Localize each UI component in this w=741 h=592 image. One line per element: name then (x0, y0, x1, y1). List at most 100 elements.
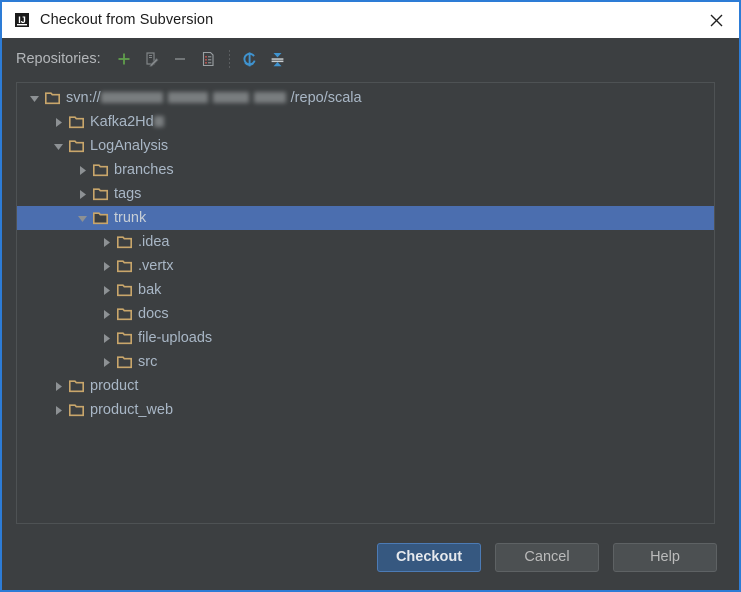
tree-node-text: branches (114, 162, 174, 178)
chevron-right-icon[interactable] (73, 182, 91, 206)
tree-row[interactable]: branches (17, 158, 714, 182)
tree-node-text: product_web (90, 402, 174, 418)
redacted-text (100, 85, 291, 109)
cancel-button[interactable]: Cancel (495, 542, 599, 572)
repository-details-button[interactable] (195, 46, 221, 72)
chevron-right-icon[interactable] (49, 398, 67, 422)
repositories-label: Repositories: (16, 51, 101, 67)
tree-row[interactable]: svn:// /repo/scala (17, 86, 714, 110)
dialog-title: Checkout from Subversion (40, 12, 214, 28)
chevron-right-icon[interactable] (97, 278, 115, 302)
remove-repository-button[interactable] (167, 46, 193, 72)
tree-node-label: tags (114, 182, 141, 206)
collapse-all-icon (269, 51, 286, 68)
chevron-down-icon[interactable] (73, 206, 91, 230)
chevron-down-icon[interactable] (25, 86, 43, 110)
folder-icon (115, 350, 133, 374)
tree-row[interactable]: tags (17, 182, 714, 206)
edit-pencil-icon (144, 51, 160, 67)
plus-icon (116, 51, 132, 67)
chevron-right-icon[interactable] (49, 110, 67, 134)
tree-node-text: product (90, 378, 139, 394)
folder-icon (67, 398, 85, 422)
tree-row[interactable]: LogAnalysis (17, 134, 714, 158)
tree-node-label: bak (138, 278, 161, 302)
tree-node-label: .idea (138, 230, 169, 254)
folder-icon (67, 134, 85, 158)
tree-node-label: docs (138, 302, 169, 326)
collapse-all-button[interactable] (265, 46, 291, 72)
chevron-right-icon[interactable] (97, 254, 115, 278)
redacted-text (153, 109, 169, 133)
tree-node-text: bak (138, 282, 162, 298)
repositories-toolbar: Repositories: (2, 38, 739, 80)
tree-row[interactable]: product_web (17, 398, 714, 422)
chevron-right-icon[interactable] (97, 326, 115, 350)
folder-icon (115, 278, 133, 302)
tree-node-label: LogAnalysis (90, 134, 168, 158)
close-icon[interactable] (693, 2, 739, 38)
tree-node-text: LogAnalysis (90, 138, 169, 154)
tree-row[interactable]: file-uploads (17, 326, 714, 350)
tree-node-label: product (90, 374, 138, 398)
folder-icon (115, 254, 133, 278)
tree-node-text: .vertx (138, 258, 174, 274)
document-list-icon (200, 51, 216, 67)
checkout-button[interactable]: Checkout (377, 542, 481, 572)
tree-node-text: tags (114, 186, 142, 202)
dialog-button-bar: Checkout Cancel Help (2, 524, 739, 590)
chevron-right-icon[interactable] (97, 302, 115, 326)
tree-row[interactable]: .idea (17, 230, 714, 254)
tree-row[interactable]: product (17, 374, 714, 398)
tree-node-text: .idea (138, 234, 170, 250)
tree-node-label: .vertx (138, 254, 173, 278)
checkout-from-subversion-dialog: IJ Checkout from Subversion Repositories… (0, 0, 741, 592)
tree-node-text: docs (138, 306, 169, 322)
intellij-idea-icon: IJ (14, 12, 30, 28)
folder-icon (67, 374, 85, 398)
folder-icon (115, 230, 133, 254)
folder-icon (115, 302, 133, 326)
chevron-right-icon[interactable] (73, 158, 91, 182)
refresh-circular-arrow-icon (241, 51, 258, 68)
tree-node-text: src (138, 354, 158, 370)
folder-icon (115, 326, 133, 350)
chevron-right-icon[interactable] (49, 374, 67, 398)
tree-node-label: svn:// /repo/scala (66, 86, 362, 110)
help-button[interactable]: Help (613, 542, 717, 572)
folder-icon (91, 206, 109, 230)
tree-node-text: svn:// (66, 89, 101, 106)
tree-row[interactable]: src (17, 350, 714, 374)
chevron-down-icon[interactable] (49, 134, 67, 158)
repository-tree-panel[interactable]: svn:// /repo/scala Kafka2Hd LogAnalysis bran… (16, 82, 715, 524)
repository-tree[interactable]: svn:// /repo/scala Kafka2Hd LogAnalysis bran… (17, 83, 714, 422)
tree-node-text-suffix: /repo/scala (290, 89, 362, 106)
folder-icon (91, 158, 109, 182)
tree-node-text: trunk (114, 210, 147, 226)
add-repository-button[interactable] (111, 46, 137, 72)
title-bar: IJ Checkout from Subversion (2, 2, 739, 38)
tree-node-label: file-uploads (138, 326, 212, 350)
chevron-right-icon[interactable] (97, 230, 115, 254)
tree-row[interactable]: trunk (17, 206, 714, 230)
folder-icon (67, 110, 85, 134)
toolbar-separator (228, 50, 230, 68)
svg-text:IJ: IJ (18, 15, 26, 25)
tree-row[interactable]: bak (17, 278, 714, 302)
tree-row[interactable]: Kafka2Hd (17, 110, 714, 134)
tree-node-label: product_web (90, 398, 173, 422)
minus-icon (172, 51, 188, 67)
tree-node-text: file-uploads (138, 330, 213, 346)
tree-node-label: branches (114, 158, 174, 182)
edit-repository-button[interactable] (139, 46, 165, 72)
tree-node-text: Kafka2Hd (90, 113, 154, 130)
tree-row[interactable]: .vertx (17, 254, 714, 278)
tree-row[interactable]: docs (17, 302, 714, 326)
tree-node-label: trunk (114, 206, 146, 230)
tree-node-label: src (138, 350, 157, 374)
folder-icon (91, 182, 109, 206)
chevron-right-icon[interactable] (97, 350, 115, 374)
refresh-button[interactable] (237, 46, 263, 72)
tree-node-label: Kafka2Hd (90, 110, 169, 134)
folder-icon (43, 86, 61, 110)
